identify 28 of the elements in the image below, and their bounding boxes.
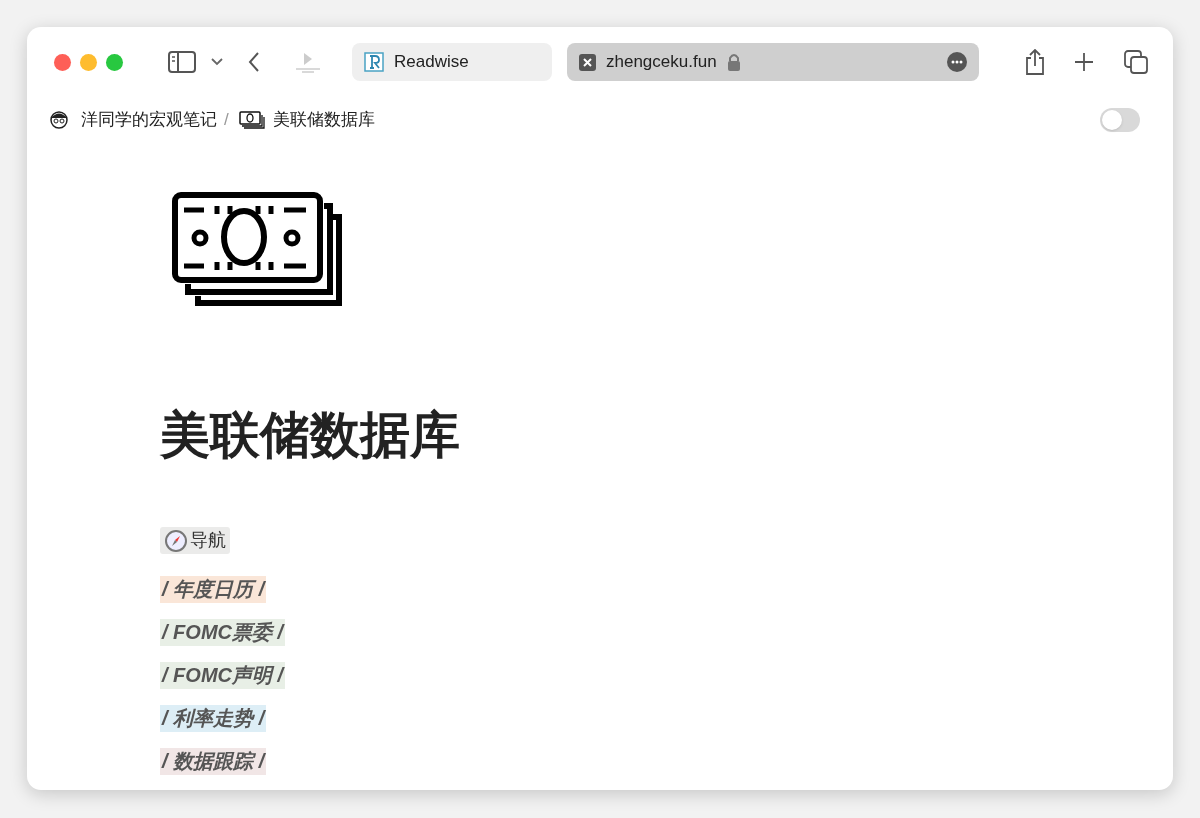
toggle-switch[interactable] [1100, 108, 1140, 132]
chevron-down-icon[interactable] [211, 58, 223, 66]
nav-link[interactable]: / 年度日历 / [160, 575, 267, 603]
money-stack-icon [172, 192, 342, 307]
breadcrumb-separator: / [224, 109, 229, 132]
plus-icon[interactable] [1074, 52, 1094, 72]
breadcrumb-link[interactable]: 洋同学的宏观笔记 [81, 107, 217, 133]
nav-link[interactable]: / FOMC声明 / [160, 661, 286, 689]
navigation-tag: 导航 [160, 527, 230, 554]
nav-link[interactable]: / 利率走势 / [160, 704, 267, 732]
tabs-overview-icon[interactable] [1124, 50, 1148, 74]
sidebar-icon[interactable] [168, 51, 196, 73]
close-button[interactable] [54, 53, 71, 71]
nav-link[interactable]: / FOMC票委 / [160, 618, 286, 646]
browser-tab[interactable]: zhengceku.fun [567, 43, 979, 81]
lock-icon [726, 53, 741, 71]
browser-tab[interactable]: Readwise [352, 43, 552, 81]
money-icon [238, 111, 265, 129]
page-title: 美联储数据库 [160, 410, 461, 460]
site-favicon-icon [364, 52, 384, 72]
share-icon[interactable] [1024, 49, 1046, 75]
close-tab-icon[interactable] [579, 53, 596, 71]
avatar-icon [49, 109, 69, 131]
nav-link[interactable]: / 数据跟踪 / [160, 747, 267, 775]
breadcrumb-link[interactable]: 美联储数据库 [272, 107, 375, 133]
more-icon[interactable] [947, 52, 967, 72]
compass-icon [164, 528, 188, 553]
back-icon[interactable] [248, 52, 260, 72]
